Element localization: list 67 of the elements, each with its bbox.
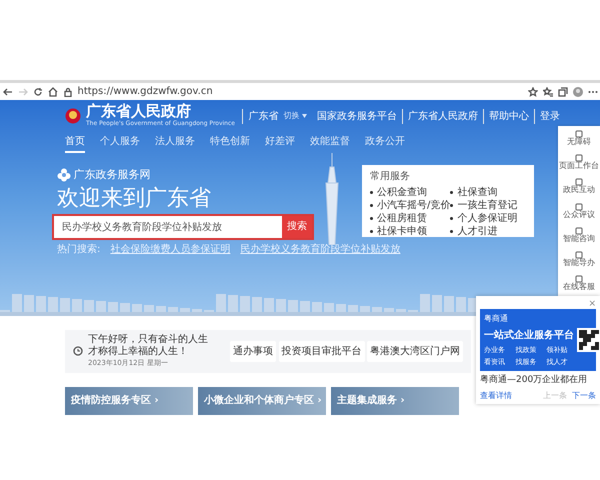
zone-card[interactable]: 小微企业和个体商户专区 › [198,386,326,414]
service-link[interactable]: 公积金查询 [370,186,450,198]
tool-icon [575,130,583,138]
tool-icon [575,154,583,162]
service-link[interactable]: 人才引进 [450,226,526,238]
promo-brand: 粤商通 [484,313,509,325]
service-link[interactable]: 社保卡申领 [370,226,450,238]
promo-title: 一站式企业服务平台 [484,328,574,342]
login-link[interactable]: 登录 [534,108,565,124]
reload-icon[interactable] [32,86,42,96]
services-title: 常用服务 [370,170,411,184]
zone-card[interactable]: 疫情防控服务专区 › [65,386,193,414]
flower-logo-icon [57,168,71,182]
site-title: 广东省人民政府 [86,104,192,119]
search-button[interactable]: 搜索 [282,216,312,238]
tool-icon [575,178,583,186]
nav-tab[interactable]: 政务公开 [365,132,405,153]
quick-link-button[interactable]: 投资项目审批平台 [278,340,364,362]
quick-link-button[interactable]: 粤港澳大湾区门户网 [367,340,463,362]
side-tool[interactable]: 在线客服 [563,275,595,292]
portal-brand: 广东政务服务网 [74,167,150,183]
side-tool[interactable]: 政民互动 [563,178,595,196]
collections-icon[interactable] [558,86,568,96]
emblem-icon [65,108,81,124]
favorites-icon[interactable] [542,86,552,96]
nav-tab[interactable]: 法人服务 [155,132,195,153]
clock-icon [73,346,83,356]
profile-icon[interactable] [572,86,582,96]
tool-icon [575,202,583,211]
side-tool[interactable]: 智能导办 [563,251,595,268]
side-tool[interactable]: 智能咨询 [563,226,595,244]
side-tool[interactable]: 无障碍 [567,130,591,147]
welcome-heading: 欢迎来到广东省 [57,186,212,212]
header-link[interactable]: 帮助中心 [482,108,534,124]
header-link[interactable]: 国家政务服务平台 [312,108,402,124]
greeting-text: 下午好呀，只有奋斗的人生才称得上幸福的人生！ [88,334,209,358]
region-switch[interactable]: 切换 [283,110,307,122]
header-link[interactable]: 广东省人民政府 [402,108,483,124]
address-bar[interactable]: https://www.gdzwfw.gov.cn [78,84,522,99]
lock-icon [62,86,72,96]
home-icon[interactable] [48,86,58,96]
region-label: 广东省 [242,108,278,124]
nav-tab[interactable]: 首页 [65,132,85,153]
tool-icon [575,251,583,260]
close-button[interactable]: × [588,300,596,309]
nav-tab[interactable]: 特色创新 [210,132,250,153]
nav-tab[interactable]: 好差评 [265,132,295,153]
nav-tab[interactable]: 效能监督 [310,132,350,153]
star-icon[interactable] [528,86,538,96]
quick-link-button[interactable]: 通办事项 [230,340,276,362]
tool-icon [575,226,583,235]
tool-icon [575,275,583,284]
promo-caption: 粤商通—200万企业都在用 [480,374,588,386]
service-link[interactable]: 社保查询 [450,186,526,198]
side-tool[interactable]: 公众评议 [563,202,595,220]
service-link[interactable]: 个人参保证明 [450,212,526,224]
next-link[interactable]: 下一条 [572,390,596,402]
nav-tab[interactable]: 个人服务 [100,132,140,153]
hot-search-label: 热门搜索: [57,242,100,258]
back-icon[interactable] [2,86,12,96]
search-field[interactable]: 民办学校义务教育阶段学位补贴发放 [54,216,282,238]
details-link[interactable]: 查看详情 [480,390,512,402]
service-link[interactable]: 小汽车摇号/竞价 [370,200,450,212]
side-tool[interactable]: 页面工作台 [559,154,599,171]
service-link[interactable]: 一孩生育登记 [450,200,526,212]
service-link[interactable]: 公租房租赁 [370,212,450,224]
zone-card[interactable]: 主题集成服务 › [331,386,459,414]
